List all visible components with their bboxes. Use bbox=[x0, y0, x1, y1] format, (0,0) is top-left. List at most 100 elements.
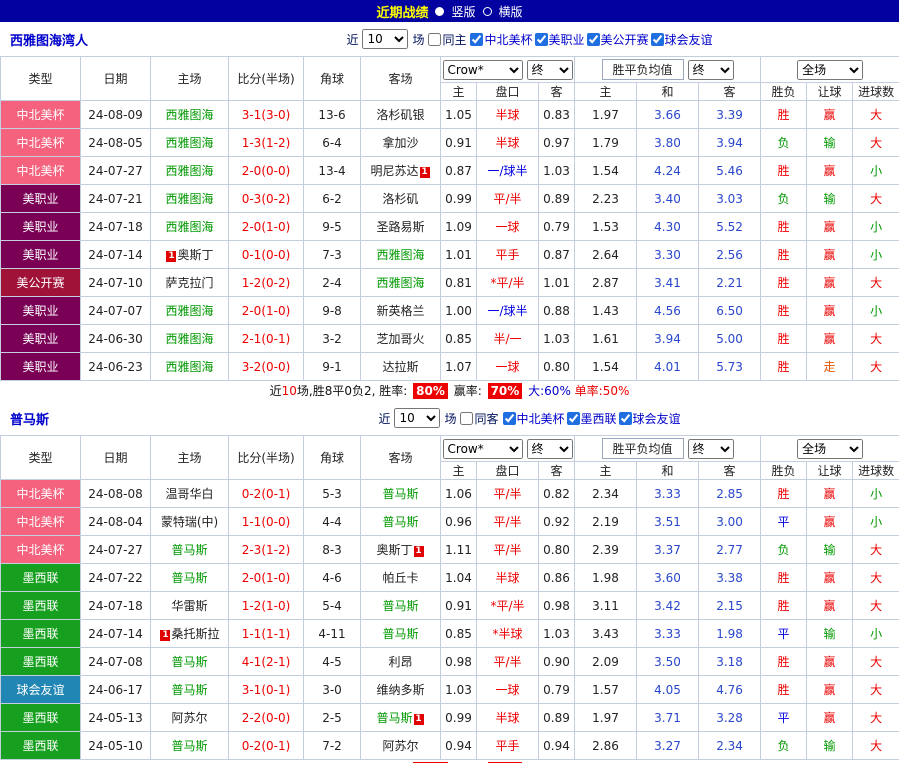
home-team[interactable]: 西雅图海 bbox=[150, 156, 229, 185]
home-team[interactable]: 普马斯 bbox=[150, 535, 229, 564]
away-team[interactable]: 洛杉矶银 bbox=[360, 100, 441, 129]
away-team[interactable]: 明尼苏达 1 bbox=[360, 156, 441, 185]
away-odds: 0.87 bbox=[537, 240, 576, 269]
col-date: 日期 bbox=[80, 435, 151, 480]
away-team[interactable]: 阿苏尔 bbox=[360, 731, 441, 760]
home-odds: 1.09 bbox=[440, 212, 477, 241]
home-team[interactable]: 西雅图海 bbox=[150, 352, 229, 381]
away-team[interactable]: 圣路易斯 bbox=[360, 212, 441, 241]
result-goals: 小 bbox=[852, 507, 899, 536]
home-team[interactable]: 西雅图海 bbox=[150, 184, 229, 213]
away-team[interactable]: 普马斯 bbox=[360, 479, 441, 508]
home-team[interactable]: 1 奥斯丁 bbox=[150, 240, 229, 269]
avg-final-select[interactable]: 终 bbox=[687, 438, 734, 459]
league-filter-checkbox[interactable]: 美职业 bbox=[534, 31, 585, 48]
same-venue-checkbox[interactable]: 同客 bbox=[460, 410, 499, 427]
col-corner: 角球 bbox=[303, 435, 361, 480]
handicap: 半球 bbox=[476, 703, 539, 732]
home-team[interactable]: 西雅图海 bbox=[150, 100, 229, 129]
home-team[interactable]: 西雅图海 bbox=[150, 212, 229, 241]
away-team[interactable]: 西雅图海 bbox=[360, 268, 441, 297]
home-team[interactable]: 普马斯 bbox=[150, 563, 229, 592]
avg-draw-odds: 3.60 bbox=[636, 563, 700, 592]
league-filter-checkbox[interactable]: 中北美杯 bbox=[470, 31, 533, 48]
team-name[interactable]: 普马斯 bbox=[0, 409, 160, 428]
home-team[interactable]: 华雷斯 bbox=[150, 591, 229, 620]
home-team[interactable]: 西雅图海 bbox=[150, 324, 229, 353]
match-row: 美职业 24-06-30 西雅图海 2-1(0-1) 3-2 芝加哥火 0.85… bbox=[0, 324, 899, 353]
home-team[interactable]: 蒙特瑞(中) bbox=[150, 507, 229, 536]
away-team[interactable]: 帕丘卡 bbox=[360, 563, 441, 592]
league-checkbox-input[interactable] bbox=[566, 411, 580, 425]
away-team[interactable]: 普马斯 1 bbox=[360, 703, 441, 732]
league-filter-checkbox[interactable]: 球会友谊 bbox=[650, 31, 713, 48]
league-checkbox-input[interactable] bbox=[618, 411, 632, 425]
league-checkbox-input[interactable] bbox=[650, 32, 664, 46]
league-filter-checkbox[interactable]: 美公开赛 bbox=[586, 31, 649, 48]
league-filter-checkbox[interactable]: 球会友谊 bbox=[618, 410, 681, 427]
result-goals: 大 bbox=[852, 563, 899, 592]
match-row: 墨西联 24-07-22 普马斯 2-0(1-0) 4-6 帕丘卡 1.04 半… bbox=[0, 563, 899, 592]
subcol-avg-away: 客 bbox=[698, 461, 762, 480]
away-team[interactable]: 普马斯 bbox=[360, 507, 441, 536]
away-odds: 0.80 bbox=[537, 352, 576, 381]
home-team[interactable]: 1 桑托斯拉 bbox=[150, 619, 229, 648]
same-venue-input[interactable] bbox=[460, 411, 474, 425]
away-team[interactable]: 芝加哥火 bbox=[360, 324, 441, 353]
same-venue-input[interactable] bbox=[428, 32, 442, 46]
league-filter-checkbox[interactable]: 墨西联 bbox=[566, 410, 617, 427]
avg-home-odds: 1.57 bbox=[574, 675, 638, 704]
recent-count-select[interactable]: 10 bbox=[394, 408, 441, 428]
avg-home-odds: 2.39 bbox=[574, 535, 638, 564]
odds-company-select[interactable]: Crow* bbox=[442, 59, 523, 80]
league-filter-checkbox[interactable]: 中北美杯 bbox=[502, 410, 565, 427]
avg-final-select[interactable]: 终 bbox=[687, 59, 734, 80]
away-team[interactable]: 利昂 bbox=[360, 647, 441, 676]
league-checkbox-input[interactable] bbox=[586, 32, 600, 46]
odds-final-select[interactable]: 终 bbox=[526, 59, 573, 80]
home-team[interactable]: 普马斯 bbox=[150, 675, 229, 704]
vertical-layout-radio[interactable] bbox=[435, 6, 445, 16]
result-handicap: 输 bbox=[806, 184, 854, 213]
league-checkbox-input[interactable] bbox=[534, 32, 548, 46]
scope-select[interactable]: 全场 bbox=[797, 59, 864, 80]
home-team[interactable]: 萨克拉门 bbox=[150, 268, 229, 297]
home-team[interactable]: 西雅图海 bbox=[150, 128, 229, 157]
page: 近期战绩 竖版 横版 西雅图海湾人 近 10 场 同主 中北美杯 美职业 美公开赛球… bbox=[0, 0, 899, 763]
subcol-avg-draw: 和 bbox=[636, 461, 700, 480]
away-team-name: 拿加沙 bbox=[382, 136, 419, 150]
home-team[interactable]: 温哥华白 bbox=[150, 479, 229, 508]
team-name[interactable]: 西雅图海湾人 bbox=[0, 30, 160, 49]
league-checkbox-input[interactable] bbox=[470, 32, 484, 46]
scope-select[interactable]: 全场 bbox=[797, 438, 864, 459]
recent-count-select[interactable]: 10 bbox=[362, 29, 409, 49]
home-team-name: 西雅图海 bbox=[165, 304, 214, 318]
home-team[interactable]: 普马斯 bbox=[150, 731, 229, 760]
match-row: 墨西联 24-05-13 阿苏尔 2-2(0-0) 2-5 普马斯 1 0.99 … bbox=[0, 703, 899, 732]
away-team[interactable]: 达拉斯 bbox=[360, 352, 441, 381]
horizontal-layout-radio[interactable] bbox=[482, 6, 492, 16]
home-team[interactable]: 西雅图海 bbox=[150, 296, 229, 325]
away-odds: 0.89 bbox=[537, 703, 576, 732]
away-team[interactable]: 西雅图海 bbox=[360, 240, 441, 269]
score: 1-1(0-0) bbox=[228, 507, 304, 536]
away-team[interactable]: 洛杉矶 bbox=[360, 184, 441, 213]
same-venue-checkbox[interactable]: 同主 bbox=[428, 31, 466, 48]
avg-draw-odds: 3.94 bbox=[636, 324, 700, 353]
away-team[interactable]: 维纳多斯 bbox=[360, 675, 441, 704]
odds-final-select[interactable]: 终 bbox=[526, 438, 573, 459]
away-team-name: 圣路易斯 bbox=[376, 220, 425, 234]
odds-company-select[interactable]: Crow* bbox=[442, 438, 523, 459]
away-team[interactable]: 拿加沙 bbox=[360, 128, 441, 157]
home-team[interactable]: 阿苏尔 bbox=[150, 703, 229, 732]
away-odds: 1.03 bbox=[537, 324, 576, 353]
home-team[interactable]: 普马斯 bbox=[150, 647, 229, 676]
away-team[interactable]: 新英格兰 bbox=[360, 296, 441, 325]
away-team[interactable]: 普马斯 bbox=[360, 619, 441, 648]
away-team[interactable]: 普马斯 bbox=[360, 591, 441, 620]
match-row: 中北美杯 24-08-04 蒙特瑞(中) 1-1(0-0) 4-4 普马斯 0.… bbox=[0, 507, 899, 536]
league-checkbox-input[interactable] bbox=[502, 411, 516, 425]
team-section-header: 普马斯 近 10 场 同客 中北美杯 墨西联 球会友谊 bbox=[0, 401, 899, 435]
avg-draw-odds: 3.42 bbox=[636, 591, 700, 620]
away-team[interactable]: 奥斯丁 1 bbox=[360, 535, 441, 564]
